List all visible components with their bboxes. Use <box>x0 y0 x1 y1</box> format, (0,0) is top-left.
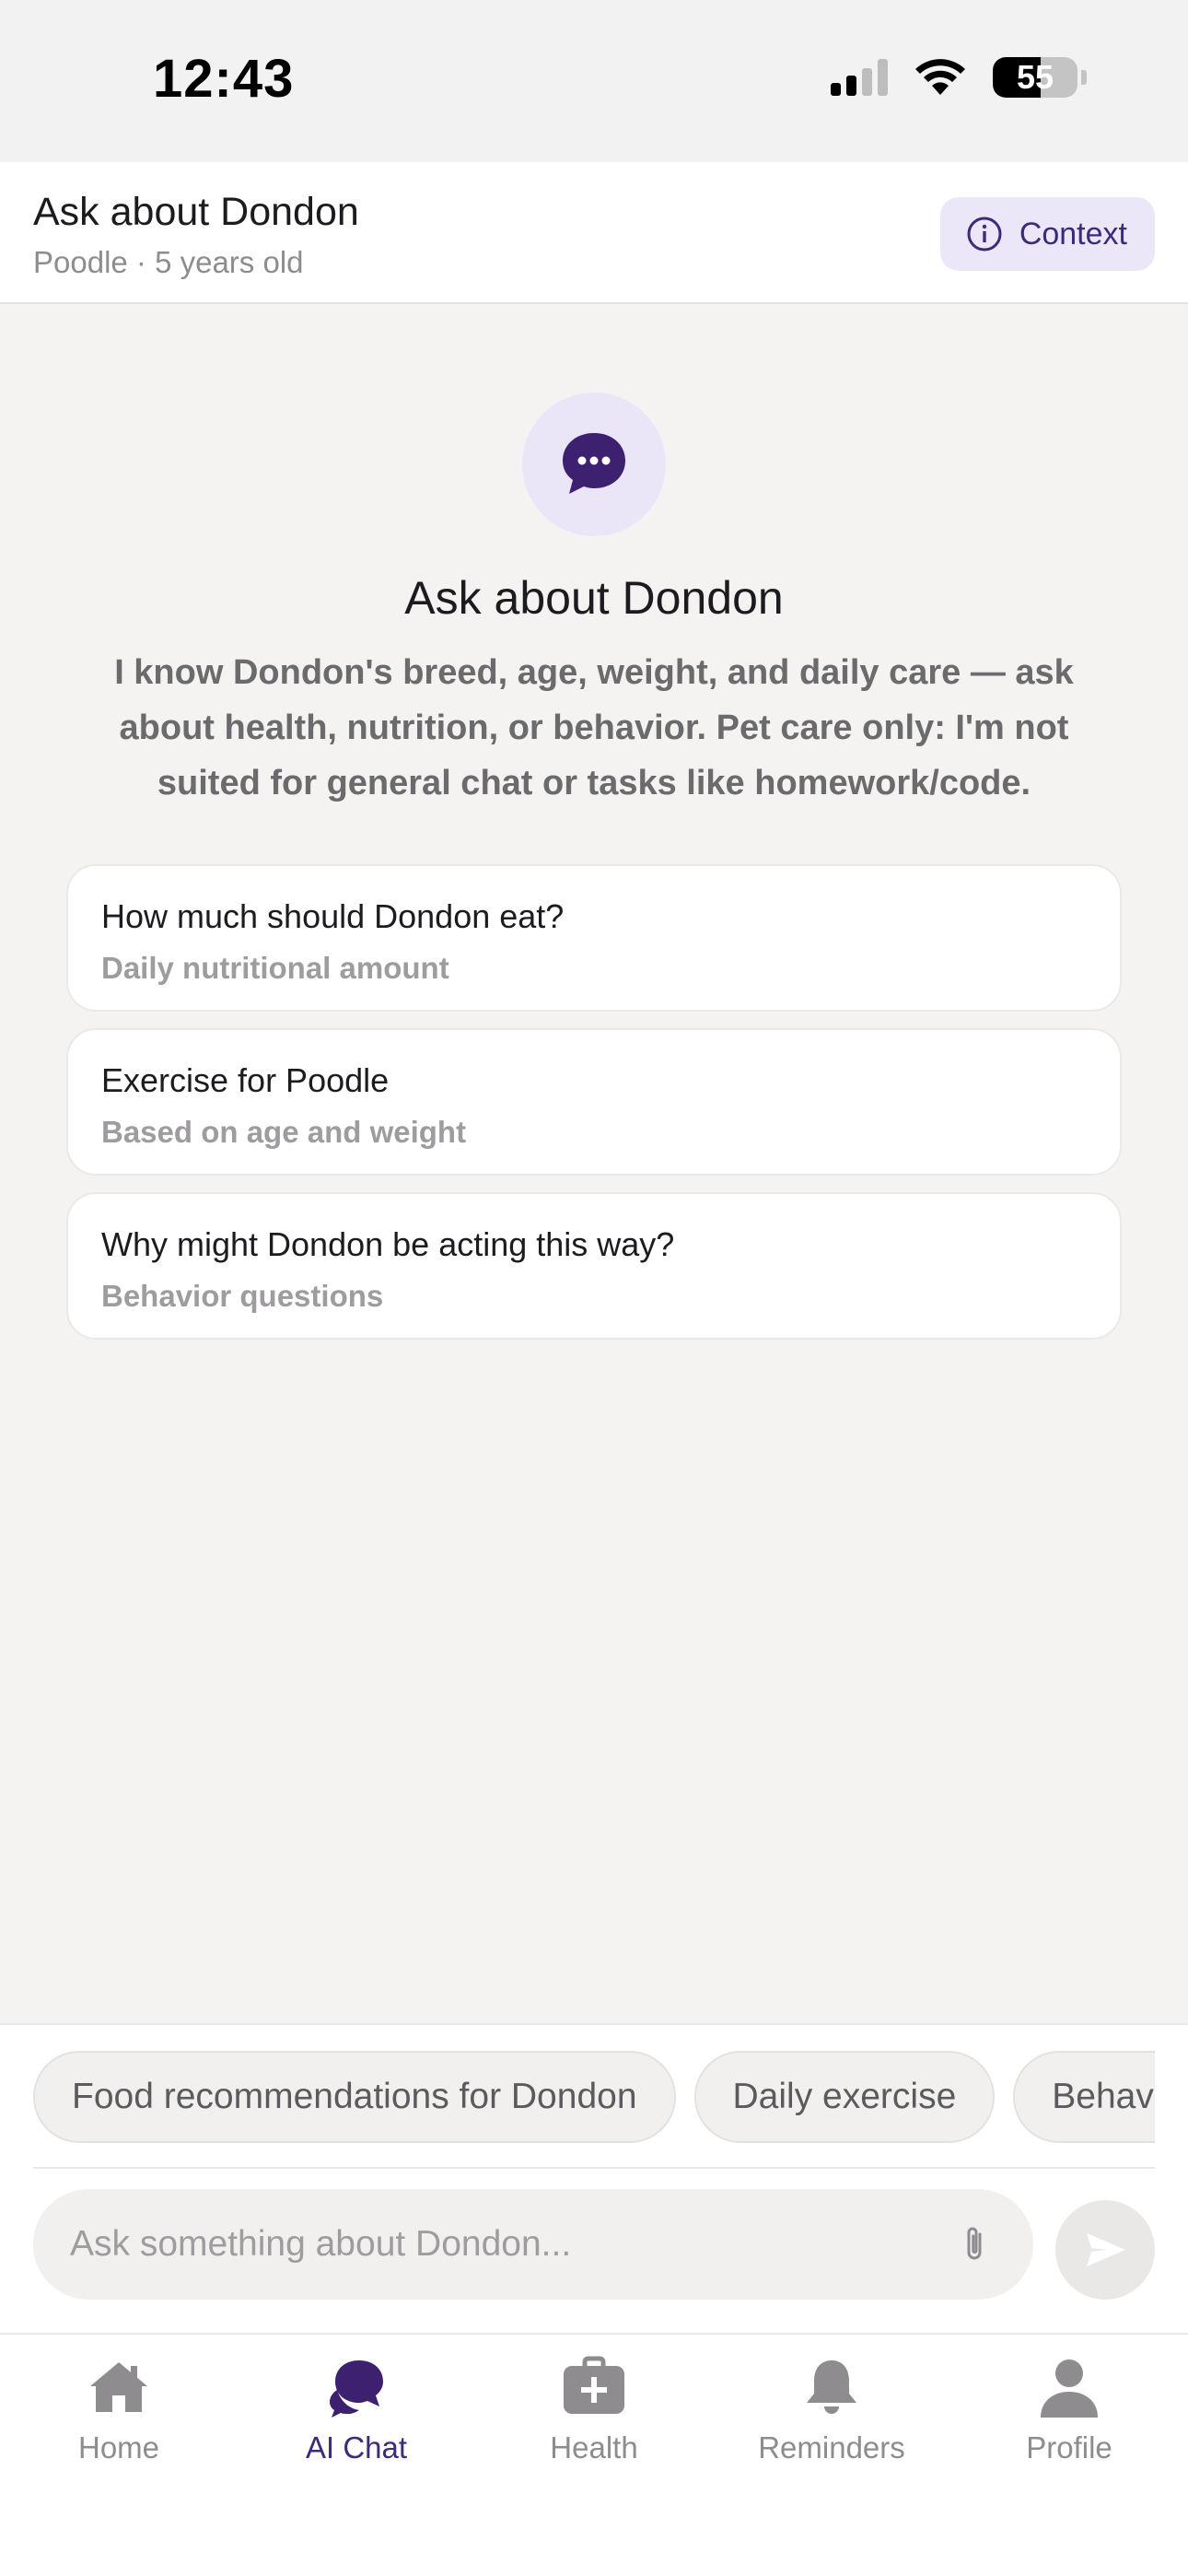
context-button-label: Context <box>1019 216 1127 252</box>
suggestion-subtitle: Daily nutritional amount <box>101 951 449 985</box>
hero-title: Ask about Dondon <box>404 572 784 624</box>
battery-icon: 55 <box>993 57 1077 98</box>
hero-description: I know Dondon's breed, age, weight, and … <box>114 653 1074 802</box>
wifi-icon <box>915 59 965 95</box>
divider <box>33 2167 1155 2169</box>
home-icon <box>90 2362 147 2412</box>
suggestion-title: Why might Dondon be acting this way? <box>101 1225 675 1263</box>
suggestion-card[interactable]: Exercise for Poodle Based on age and wei… <box>66 1028 1122 1176</box>
health-icon <box>564 2356 624 2414</box>
info-icon <box>967 217 1002 252</box>
tab-profile[interactable]: Profile <box>950 2335 1188 2576</box>
suggestion-subtitle: Based on age and weight <box>101 1115 467 1149</box>
tab-home[interactable]: Home <box>0 2335 238 2576</box>
quick-reply-chip[interactable]: Daily exercise <box>693 2051 996 2143</box>
quick-reply-chip[interactable]: Food recommendations for Dondon <box>33 2051 676 2143</box>
quick-reply-chip[interactable]: Behavior <box>1013 2051 1155 2143</box>
message-input-container <box>33 2189 1033 2300</box>
message-input[interactable] <box>70 2224 954 2265</box>
page-title: Ask about Dondon <box>33 190 359 234</box>
chat-bubble-badge <box>522 392 666 536</box>
battery-level: 55 <box>1016 58 1054 96</box>
send-button[interactable] <box>1055 2200 1155 2300</box>
composer: Food recommendations for Dondon Daily ex… <box>0 2023 1188 2333</box>
paperclip-icon[interactable] <box>954 2223 996 2266</box>
suggestion-subtitle: Behavior questions <box>101 1279 384 1313</box>
cellular-signal-icon <box>831 59 888 96</box>
tab-label: Home <box>77 2430 160 2465</box>
status-bar: 12:43 55 <box>0 0 1188 162</box>
tab-health[interactable]: Health <box>475 2335 713 2576</box>
tab-label: AI Chat <box>305 2430 408 2465</box>
tab-label: Profile <box>1026 2430 1112 2465</box>
tab-label: Health <box>550 2430 638 2465</box>
suggestion-title: How much should Dondon eat? <box>101 897 565 935</box>
tab-label: Reminders <box>758 2430 905 2465</box>
person-icon <box>1041 2359 1098 2418</box>
pet-summary: Poodle · 5 years old <box>33 245 304 279</box>
send-icon <box>1087 2233 1125 2266</box>
suggestion-card[interactable]: Why might Dondon be acting this way? Beh… <box>66 1192 1122 1340</box>
tab-reminders[interactable]: Reminders <box>713 2335 950 2576</box>
chat-icon <box>330 2360 383 2418</box>
status-time: 12:43 <box>153 49 295 109</box>
suggestion-list: How much should Dondon eat? Daily nutrit… <box>66 864 1122 1356</box>
chat-header: Ask about Dondon Poodle · 5 years old Co… <box>0 162 1188 304</box>
suggestion-title: Exercise for Poodle <box>101 1061 390 1099</box>
context-button[interactable]: Context <box>939 197 1155 271</box>
battery-tip <box>1081 70 1087 85</box>
tab-ai-chat[interactable]: AI Chat <box>238 2335 475 2576</box>
status-icons: 55 <box>831 57 1087 98</box>
tab-bar: Home AI Chat Health Reminders Profile <box>0 2333 1188 2576</box>
quick-reply-chips[interactable]: Food recommendations for Dondon Daily ex… <box>33 2051 1155 2147</box>
suggestion-card[interactable]: How much should Dondon eat? Daily nutrit… <box>66 864 1122 1012</box>
page: 12:43 55 Ask about Dondon Poodle · 5 yea… <box>0 0 1188 2576</box>
bell-icon <box>807 2360 856 2414</box>
chat-bubble-icon <box>563 433 625 494</box>
